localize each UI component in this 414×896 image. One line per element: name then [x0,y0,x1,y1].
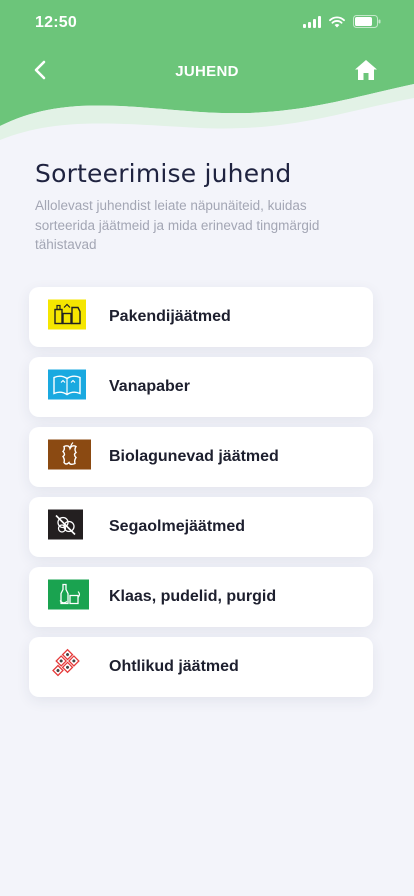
category-item-paper[interactable]: Vanapaber [29,357,373,417]
packaging-icon [48,299,86,335]
paper-icon [48,369,86,405]
category-label: Biolagunevad jäätmed [109,448,279,465]
category-item-hazardous-waste[interactable]: Ohtlikud jäätmed [29,637,373,697]
category-item-mixed-waste[interactable]: Segaolmejäätmed [29,497,373,557]
status-time: 12:50 [35,14,77,31]
glass-icon [48,579,89,615]
battery-icon [353,15,381,28]
hazardous-waste-icon [48,648,80,686]
home-button[interactable] [354,58,378,82]
page-subtitle: Allolevast juhendist leiate näpunäiteid,… [35,198,320,252]
category-label: Pakendijäätmed [109,308,231,325]
bio-waste-icon [48,439,91,475]
category-list: Pakendijäätmed Vanapaber Biolagunevad jä… [29,287,373,707]
category-item-bio-waste[interactable]: Biolagunevad jäätmed [29,427,373,487]
home-icon [355,60,377,80]
page-title: Sorteerimise juhend [35,159,292,188]
status-icons [303,15,381,28]
category-item-glass[interactable]: Klaas, pudelid, purgid [29,567,373,627]
header: 12:50 JUHEND [0,0,414,140]
mixed-waste-icon [48,509,83,545]
category-label: Segaolmejäätmed [109,518,246,535]
category-label: Ohtlikud jäätmed [109,658,239,675]
status-bar: 12:50 [0,0,414,48]
wifi-icon [329,15,345,27]
category-label: Klaas, pudelid, purgid [109,588,277,605]
category-label: Vanapaber [109,378,190,395]
nav-title: JUHEND [175,63,239,80]
cellular-signal-icon [303,15,321,28]
category-item-packaging[interactable]: Pakendijäätmed [29,287,373,347]
